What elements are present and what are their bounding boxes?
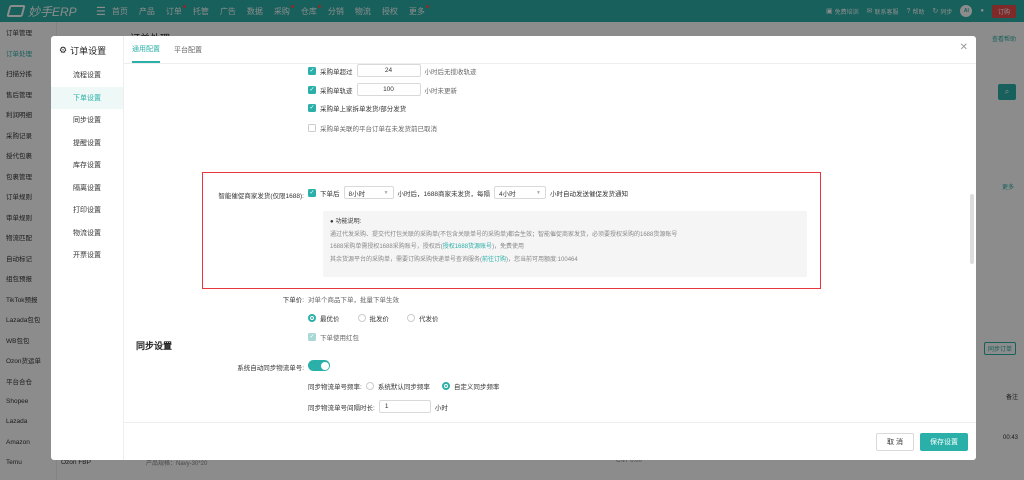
order-price-options: 最优价 批发价 代发价 <box>308 313 439 323</box>
tab-general[interactable]: 通用配置 <box>132 44 160 63</box>
purchase-over-input[interactable]: 24 <box>356 64 421 77</box>
order-price-label: 下单价: <box>282 297 304 304</box>
save-settings-button[interactable]: 保存设置 <box>920 432 968 451</box>
chevron-down-icon: ▼ <box>383 189 389 196</box>
gear-icon: ⚙ <box>59 44 68 55</box>
authorize-1688-link[interactable]: 授权1688货源账号 <box>443 244 492 250</box>
sync-interval-input[interactable]: 1 <box>378 400 431 413</box>
purchase-cancel-checkbox[interactable] <box>308 124 316 132</box>
settings-nav-reminder[interactable]: 提醒设置 <box>51 132 123 155</box>
settings-tabs: 通用配置 平台配置 <box>124 36 976 64</box>
after-hours-select[interactable]: 8小时 ▼ <box>343 186 394 199</box>
settings-body: ✓ 采购单超过 24 小时后无揽收轨迹 ✓ 采购单轨迹 100 小时未更新 ✓ … <box>124 64 976 422</box>
purchase-split-row: ✓ 采购单上家拆单发货/部分发货 <box>308 104 407 113</box>
note-line-1: 通过代发采购、提交代打包关联的采购单(不包含关联单号的采购单)都会生效；智能催促… <box>330 231 678 238</box>
modal-title: ⚙ 订单设置 <box>59 44 107 56</box>
radio-default-freq[interactable] <box>365 382 374 390</box>
order-price-desc: 对单个商品下单，批量下单生效 <box>308 297 399 304</box>
purchase-track-row: ✓ 采购单轨迹 100 小时未更新 <box>308 83 457 96</box>
settings-nav-stock[interactable]: 库存设置 <box>51 154 123 177</box>
note-title: ● 功能说明: <box>330 216 800 229</box>
pin-icon: ● <box>330 219 334 225</box>
sync-interval-row: 同步物流单号间隔时长: 1 小时 <box>308 400 448 413</box>
radio-dropship-price[interactable] <box>407 314 415 322</box>
red-packet-row: ✓ 下单使用红包 <box>308 333 359 342</box>
settings-nav-flow[interactable]: 流程设置 <box>51 64 123 87</box>
order-settings-modal: ⚙ 订单设置 流程设置 下单设置 同步设置 提醒设置 库存设置 隔离设置 打印设… <box>51 36 976 460</box>
tab-platform[interactable]: 平台配置 <box>174 45 202 63</box>
sync-freq-row: 同步物流单号频率: 系统默认同步频率 自定义同步频率 <box>308 382 500 391</box>
auto-sync-label: 系统自动同步物流单号: <box>237 365 304 372</box>
purchase-track-checkbox[interactable]: ✓ <box>308 85 316 94</box>
auto-sync-toggle[interactable] <box>308 360 330 371</box>
purchase-cancel-row: 采购单关联的平台订单在未发货前已取消 <box>308 123 437 133</box>
scrollbar[interactable] <box>970 194 974 264</box>
smart-remind-row: ✓ 下单后 8小时 ▼ 小时后，1688商家未发货，每隔 4小时 ▼ 小时自动发送催… <box>308 186 628 199</box>
settings-sidebar: ⚙ 订单设置 流程设置 下单设置 同步设置 提醒设置 库存设置 隔离设置 打印设… <box>51 36 124 460</box>
close-icon[interactable]: ✕ <box>960 42 968 53</box>
purchase-split-checkbox[interactable]: ✓ <box>308 104 316 112</box>
feature-note-box: ● 功能说明: 通过代发采购、提交代打包关联的采购单(不包含关联单号的采购单)都会… <box>323 211 807 277</box>
section-title-sync: 同步设置 <box>136 341 173 351</box>
chevron-down-icon: ▼ <box>536 189 541 196</box>
purchase-track-input[interactable]: 100 <box>356 83 421 96</box>
cancel-button[interactable]: 取 消 <box>876 432 914 451</box>
smart-remind-checkbox[interactable]: ✓ <box>308 188 316 197</box>
go-subscribe-link[interactable]: 前往订购 <box>482 257 506 263</box>
settings-nav-sync[interactable]: 同步设置 <box>51 109 123 132</box>
settings-nav-logistics[interactable]: 物流设置 <box>51 222 123 245</box>
auto-sync-row <box>308 360 330 371</box>
settings-nav: 流程设置 下单设置 同步设置 提醒设置 库存设置 隔离设置 打印设置 物流设置 … <box>51 64 123 267</box>
settings-nav-print[interactable]: 打印设置 <box>51 199 123 222</box>
interval-hours-select[interactable]: 4小时 ▼ <box>493 186 546 199</box>
settings-nav-isolation[interactable]: 隔离设置 <box>51 177 123 200</box>
red-packet-checkbox[interactable]: ✓ <box>308 333 316 341</box>
radio-best-price[interactable] <box>308 314 316 322</box>
purchase-over-row: ✓ 采购单超过 24 小时后无揽收轨迹 <box>308 64 477 77</box>
settings-nav-order[interactable]: 下单设置 <box>51 86 123 109</box>
modal-footer: 取 消 保存设置 <box>124 422 976 460</box>
smart-remind-label: 智能催促商家发货(仅限1688): <box>218 193 304 200</box>
purchase-over-checkbox[interactable]: ✓ <box>308 66 316 75</box>
radio-wholesale-price[interactable] <box>357 314 366 322</box>
radio-custom-freq[interactable] <box>441 382 450 390</box>
note-line-3: 其余货源平台的采购单，需要订购采购快递单号查询服务(前往订购)，您当前可用额度:… <box>330 256 578 263</box>
note-line-2: 1688采购单需授权1688采购账号，授权后(授权1688货源账号)，免费使用 <box>330 244 525 250</box>
settings-nav-invoice[interactable]: 开票设置 <box>51 244 123 267</box>
